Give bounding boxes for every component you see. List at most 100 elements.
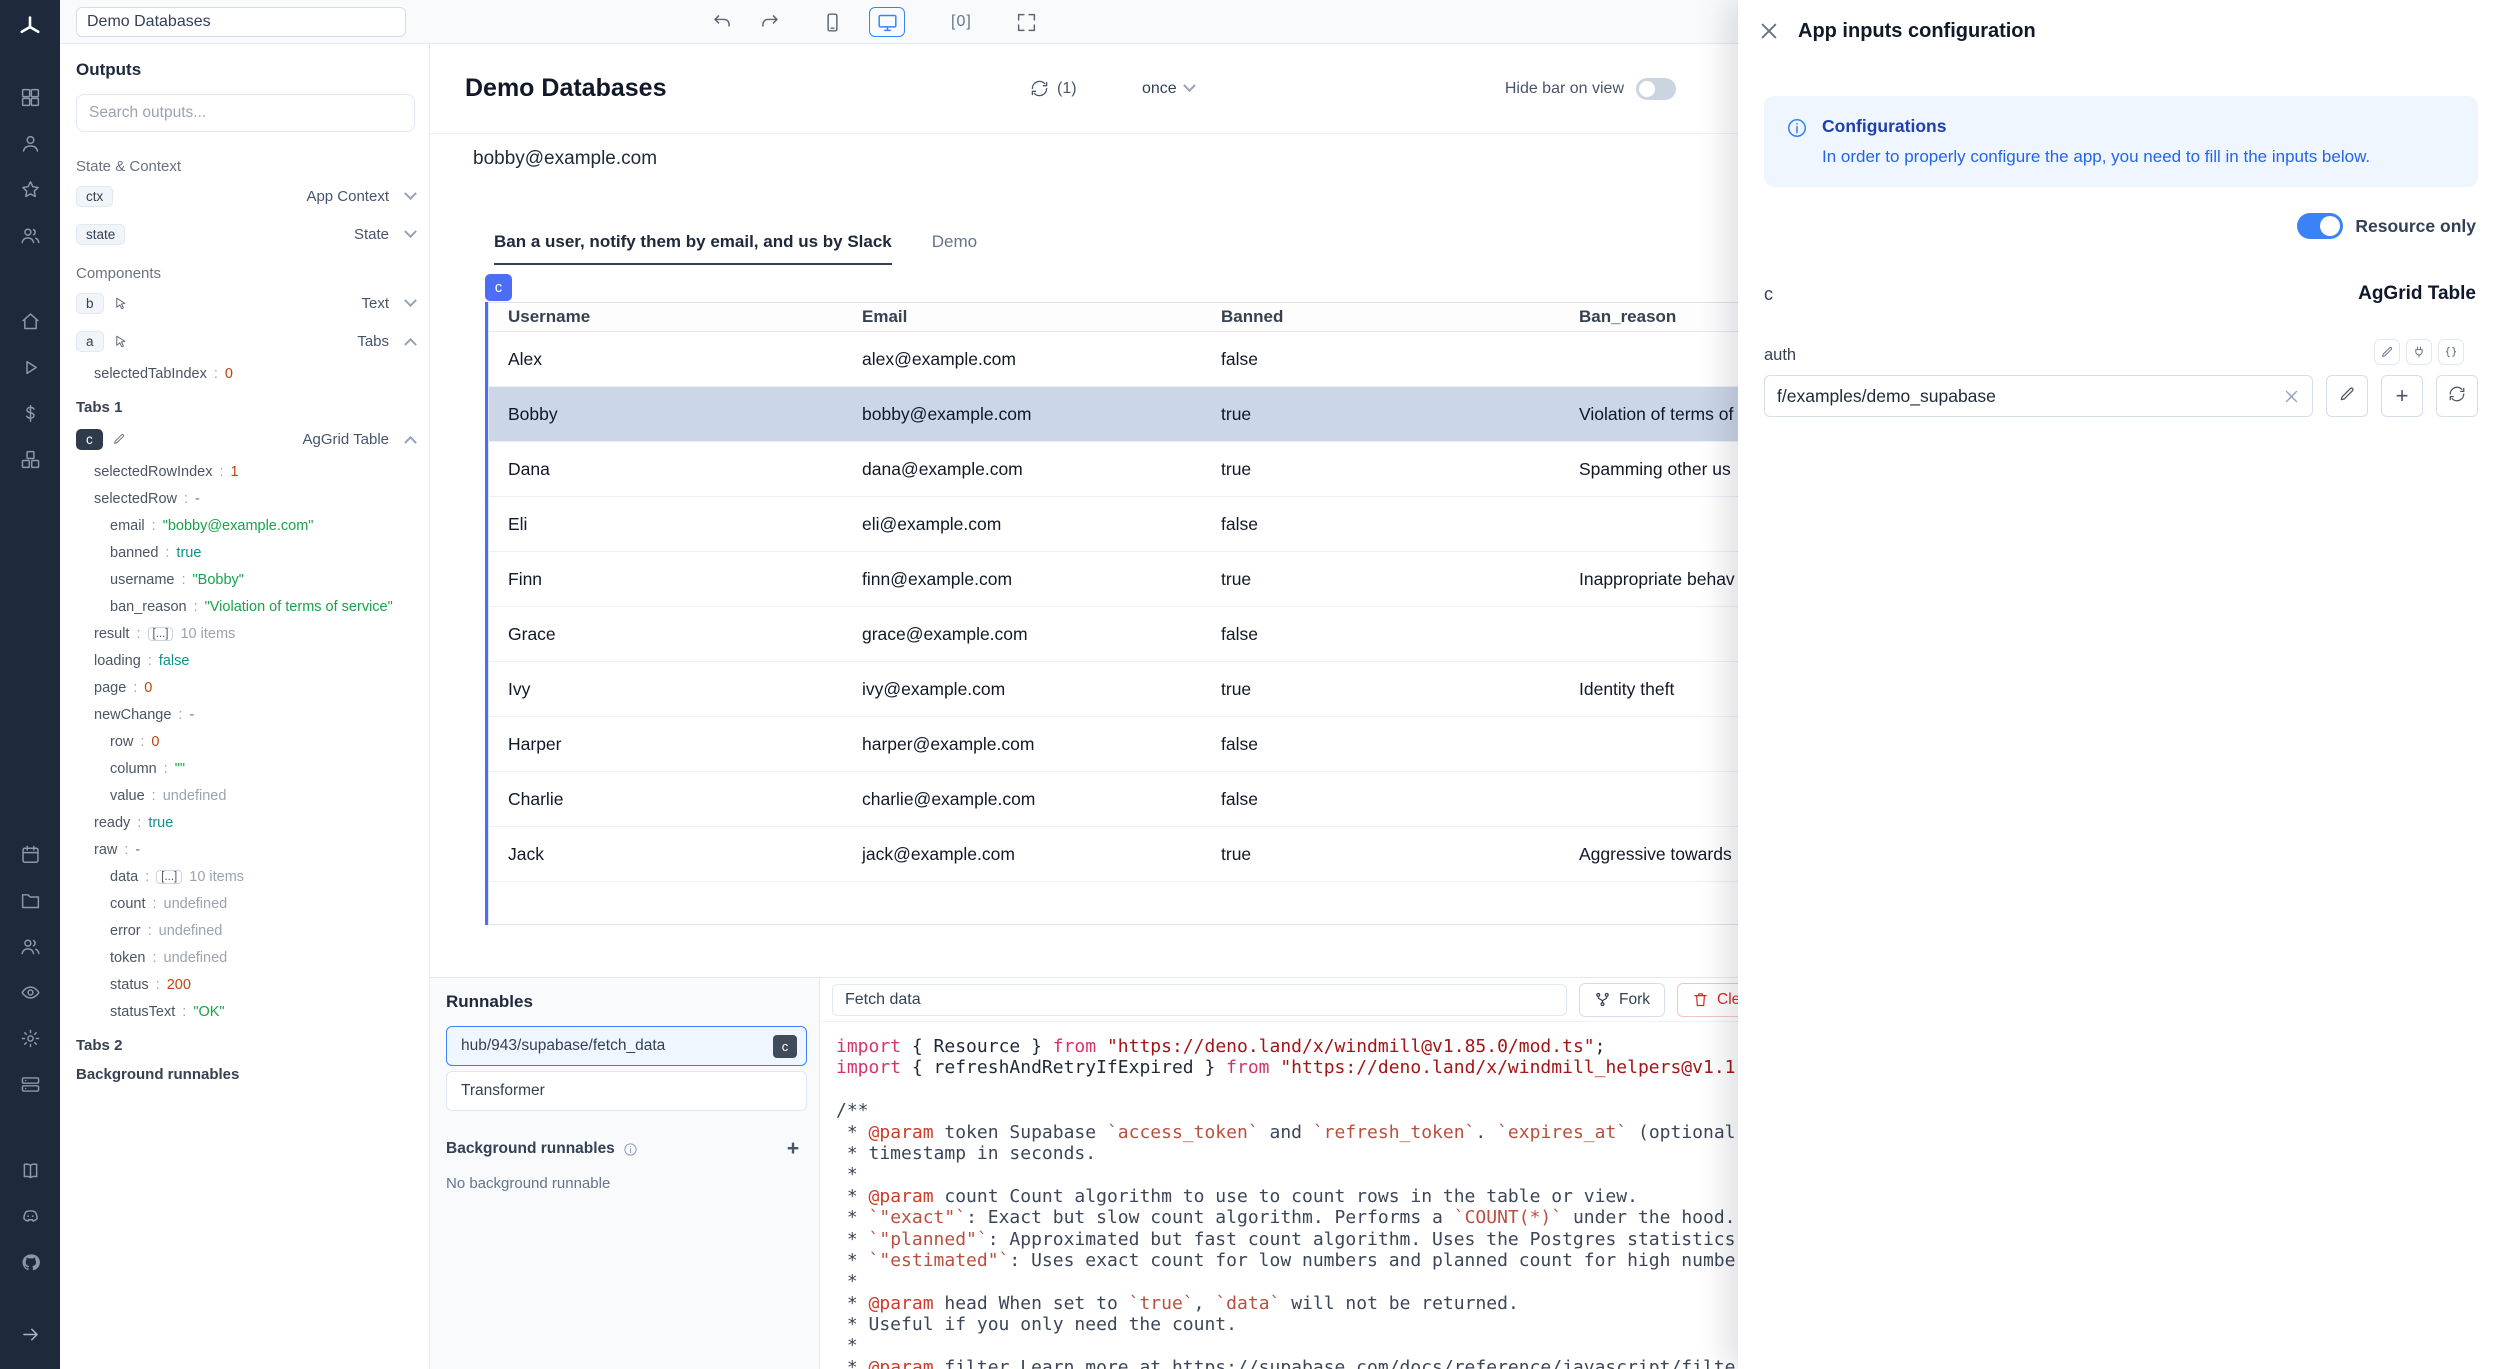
server-icon[interactable] bbox=[0, 1061, 60, 1107]
chevron-down-icon[interactable] bbox=[404, 294, 417, 307]
chevron-up-icon[interactable] bbox=[404, 337, 417, 350]
grid-component-row[interactable]: c AgGrid Table bbox=[76, 420, 415, 458]
resource-path-input[interactable]: f/examples/demo_supabase bbox=[1764, 375, 2313, 417]
output-username[interactable]: username:"Bobby" bbox=[76, 566, 415, 593]
expand-icon[interactable] bbox=[1016, 12, 1037, 33]
canvas-tab-0[interactable]: Ban a user, notify them by email, and us… bbox=[494, 232, 892, 265]
app-title-input[interactable] bbox=[76, 7, 406, 37]
play-icon[interactable] bbox=[0, 344, 60, 390]
table-row[interactable]: Bobbybobby@example.comtrueViolation of t… bbox=[489, 387, 1738, 442]
edit-resource-button[interactable] bbox=[2326, 375, 2368, 417]
discord-icon[interactable] bbox=[0, 1193, 60, 1239]
output-count[interactable]: count:undefined bbox=[76, 890, 415, 917]
add-resource-button[interactable]: + bbox=[2381, 375, 2423, 417]
star-icon[interactable] bbox=[0, 166, 60, 212]
column-header[interactable]: Ban_reason bbox=[1579, 307, 1738, 327]
desktop-view-button[interactable] bbox=[869, 7, 905, 37]
table-row[interactable]: Harperharper@example.comfalse bbox=[489, 717, 1738, 772]
output-loading[interactable]: loading:false bbox=[76, 647, 415, 674]
gear-icon[interactable] bbox=[0, 1015, 60, 1061]
refresh-app-button[interactable]: (1) bbox=[1030, 79, 1077, 98]
boxes-icon[interactable] bbox=[0, 436, 60, 482]
output-data[interactable]: data:[...]10 items bbox=[76, 863, 415, 890]
edit-resource-icon[interactable] bbox=[2374, 339, 2400, 365]
chevron-down-icon[interactable] bbox=[404, 187, 417, 200]
edit-component-icon[interactable] bbox=[112, 432, 126, 446]
calendar-icon[interactable] bbox=[0, 831, 60, 877]
output-ready[interactable]: ready:true bbox=[76, 809, 415, 836]
output-error[interactable]: error:undefined bbox=[76, 917, 415, 944]
home-icon[interactable] bbox=[0, 298, 60, 344]
runnable-item[interactable]: hub/943/supabase/fetch_datac bbox=[446, 1026, 807, 1066]
eye-icon[interactable] bbox=[0, 969, 60, 1015]
canvas-tab-1[interactable]: Demo bbox=[932, 232, 977, 265]
table-row[interactable]: Ivyivy@example.comtrueIdentity theft bbox=[489, 662, 1738, 717]
search-outputs-input[interactable] bbox=[76, 94, 415, 132]
tabs2-header[interactable]: Tabs 2 bbox=[76, 1037, 415, 1054]
output-row-b[interactable]: bText bbox=[76, 284, 415, 322]
output-selectedRowIndex[interactable]: selectedRowIndex:1 bbox=[76, 458, 415, 485]
fork-button[interactable]: Fork bbox=[1579, 983, 1665, 1017]
mobile-view-icon[interactable] bbox=[822, 12, 843, 33]
output-row-ctx[interactable]: ctxApp Context bbox=[76, 177, 415, 215]
groups-icon[interactable] bbox=[0, 923, 60, 969]
table-row[interactable]: Finnfinn@example.comtrueInappropriate be… bbox=[489, 552, 1738, 607]
clear-script-button[interactable]: Clear bbox=[1677, 983, 1738, 1017]
script-name-input[interactable]: Fetch data bbox=[832, 984, 1567, 1016]
resource-only-toggle[interactable] bbox=[2297, 213, 2343, 239]
code-editor[interactable]: import { Resource } from "https://deno.l… bbox=[820, 1022, 1738, 1369]
table-row[interactable]: Danadana@example.comtrueSpamming other u… bbox=[489, 442, 1738, 497]
column-header[interactable]: Username bbox=[489, 307, 862, 327]
user-icon[interactable] bbox=[0, 120, 60, 166]
schedule-dropdown[interactable]: once bbox=[1142, 80, 1194, 98]
grid-icon[interactable] bbox=[0, 74, 60, 120]
output-ban_reason[interactable]: ban_reason:"Violation of terms of servic… bbox=[76, 593, 415, 620]
folder-icon[interactable] bbox=[0, 877, 60, 923]
output-column[interactable]: column:"" bbox=[76, 755, 415, 782]
users-icon[interactable] bbox=[0, 212, 60, 258]
chevron-down-icon[interactable] bbox=[404, 225, 417, 238]
output-row-a[interactable]: aTabs bbox=[76, 322, 415, 360]
table-row[interactable]: Alexalex@example.comfalse bbox=[489, 332, 1738, 387]
github-icon[interactable] bbox=[0, 1239, 60, 1285]
text-component[interactable]: bobby@example.com bbox=[473, 148, 657, 170]
output-raw[interactable]: raw:- bbox=[76, 836, 415, 863]
output-row-state[interactable]: stateState bbox=[76, 215, 415, 253]
background-runnables-header[interactable]: Background runnables bbox=[76, 1066, 415, 1083]
hide-bar-toggle[interactable] bbox=[1636, 78, 1676, 100]
output-selectedTabIndex[interactable]: selectedTabIndex:0 bbox=[76, 360, 415, 387]
refresh-resource-button[interactable] bbox=[2436, 375, 2478, 417]
windmill-logo-icon[interactable] bbox=[0, 0, 60, 54]
code-braces-icon[interactable] bbox=[2438, 339, 2464, 365]
column-header[interactable]: Email bbox=[862, 307, 1221, 327]
undo-icon[interactable] bbox=[712, 12, 733, 33]
output-email[interactable]: email:"bobby@example.com" bbox=[76, 512, 415, 539]
output-banned[interactable]: banned:true bbox=[76, 539, 415, 566]
output-page[interactable]: page:0 bbox=[76, 674, 415, 701]
output-token[interactable]: token:undefined bbox=[76, 944, 415, 971]
close-drawer-icon[interactable] bbox=[1758, 20, 1780, 42]
redo-icon[interactable] bbox=[759, 12, 780, 33]
book-icon[interactable] bbox=[0, 1147, 60, 1193]
chevron-up-icon[interactable] bbox=[404, 435, 417, 448]
table-row[interactable]: Charliecharlie@example.comfalse bbox=[489, 772, 1738, 827]
table-row[interactable]: Jackjack@example.comtrueAggressive towar… bbox=[489, 827, 1738, 882]
selected-table-component[interactable]: c UsernameEmailBannedBan_reasonAlexalex@… bbox=[488, 302, 1738, 925]
output-newChange[interactable]: newChange:- bbox=[76, 701, 415, 728]
table-row[interactable]: Elieli@example.comfalse bbox=[489, 497, 1738, 552]
output-result[interactable]: result:[...]10 items bbox=[76, 620, 415, 647]
dollar-icon[interactable] bbox=[0, 390, 60, 436]
plug-icon[interactable] bbox=[2406, 339, 2432, 365]
table-row[interactable]: Gracegrace@example.comfalse bbox=[489, 607, 1738, 662]
output-value[interactable]: value:undefined bbox=[76, 782, 415, 809]
column-header[interactable]: Banned bbox=[1221, 307, 1579, 327]
app-canvas[interactable]: bobby@example.com Ban a user, notify the… bbox=[430, 134, 1738, 977]
runnable-item[interactable]: Transformer bbox=[446, 1071, 807, 1111]
output-status[interactable]: status:200 bbox=[76, 971, 415, 998]
expand-sidebar-icon[interactable] bbox=[0, 1311, 60, 1357]
add-background-runnable-button[interactable]: + bbox=[779, 1137, 807, 1161]
output-statusText[interactable]: statusText:"OK" bbox=[76, 998, 415, 1025]
clear-input-icon[interactable] bbox=[2283, 388, 2300, 405]
debug-runs-button[interactable]: [0] bbox=[951, 13, 972, 31]
output-row[interactable]: row:0 bbox=[76, 728, 415, 755]
